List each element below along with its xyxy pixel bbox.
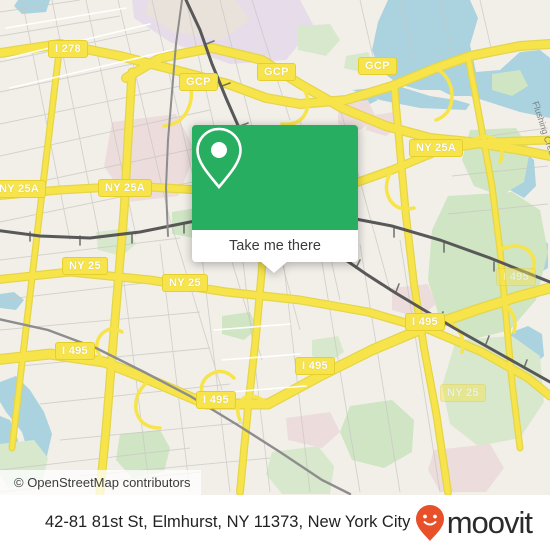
location-pin-icon <box>196 127 242 190</box>
road-shield: I 495 <box>196 391 236 409</box>
popup-tail-icon <box>260 261 288 273</box>
footer-bar: 42-81 81st St, Elmhurst, NY 11373, New Y… <box>0 495 550 550</box>
road-shield: GCP <box>179 73 218 91</box>
road-shield: I 278 <box>48 40 88 58</box>
road-shield: NY 25 <box>162 274 208 292</box>
road-shield: NY 25A <box>0 180 47 198</box>
road-shield: GCP <box>257 63 296 81</box>
road-shield: I 495 <box>295 357 335 375</box>
moovit-logo[interactable]: moovit <box>415 504 533 542</box>
moovit-smiley-pin-icon <box>415 504 444 541</box>
map-canvas[interactable]: .w { fill:#aad3df; } .pk { fill:#cfe5c4;… <box>0 0 550 495</box>
road-shield: I 495 <box>496 268 536 286</box>
moovit-wordmark: moovit <box>446 505 533 540</box>
take-me-there-button[interactable]: Take me there <box>192 230 358 262</box>
road-shield: I 495 <box>405 313 445 331</box>
road-shield: I 495 <box>55 342 95 360</box>
road-shield: NY 25A <box>409 139 464 157</box>
address-text: 42-81 81st St, Elmhurst, NY 11373, New Y… <box>45 513 411 531</box>
road-shield: NY 25 <box>62 257 108 275</box>
location-popup[interactable]: Take me there <box>192 125 358 273</box>
popup-image-area <box>192 125 358 230</box>
osm-attribution[interactable]: © OpenStreetMap contributors <box>0 470 201 495</box>
take-me-there-label: Take me there <box>229 238 321 254</box>
map-screenshot: .w { fill:#aad3df; } .pk { fill:#cfe5c4;… <box>0 0 550 550</box>
road-shield: NY 25 <box>440 384 486 402</box>
road-shield: NY 25A <box>98 179 153 197</box>
road-shield: GCP <box>358 57 397 75</box>
